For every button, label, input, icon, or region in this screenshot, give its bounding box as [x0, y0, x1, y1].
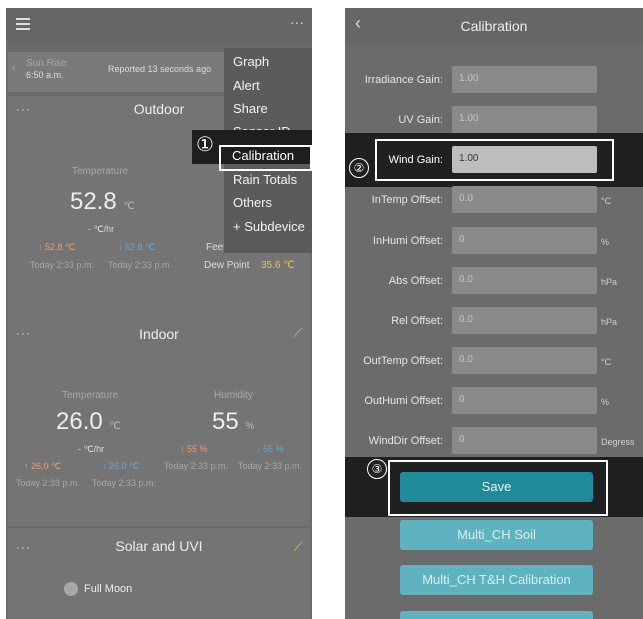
- chart-icon[interactable]: ⟋: [294, 326, 302, 341]
- page-title: Calibration: [460, 18, 528, 34]
- abs-offset-label: Abs Offset:: [388, 275, 443, 287]
- indoor-time-3: Today 2:33 p.m.: [164, 461, 229, 471]
- menu-item-alert[interactable]: Alert: [233, 78, 260, 93]
- outdoor-low-time: Today 2:33 p.m.: [108, 260, 173, 270]
- outhumi-offset-label: OutHumi Offset:: [364, 395, 443, 407]
- top-bar: ···: [6, 8, 312, 43]
- calibration-highlight-box: [219, 145, 312, 171]
- outhumi-offset-unit: %: [601, 397, 610, 407]
- save-button[interactable]: Save: [400, 472, 593, 502]
- moon-icon: [64, 582, 78, 596]
- indoor-time-1: Today 2:33 p.m.: [16, 478, 81, 488]
- menu-item-share[interactable]: Share: [233, 101, 268, 116]
- menu-item-subdevice[interactable]: + Subdevice: [233, 219, 305, 234]
- indoor-hum-value: 55 %: [212, 408, 254, 436]
- left-screen: ··· ‹ Sun Rise 6:50 a.m. Reported 13 sec…: [6, 8, 312, 619]
- indoor-hum-low: ↓ 55 %: [256, 444, 284, 454]
- intemp-offset-label: InTemp Offset:: [371, 194, 443, 206]
- rel-offset-unit: hPa: [601, 317, 618, 327]
- outdoor-rate: - ℃/hr: [88, 224, 115, 234]
- abs-offset-unit: hPa: [601, 277, 618, 287]
- outdoor-temp-number: 52.8: [70, 188, 117, 215]
- step-3-number: ③: [367, 459, 387, 479]
- indoor-temp-high: ↑ 26.0 ℃: [24, 461, 62, 471]
- outtemp-offset-unit: °C: [601, 357, 612, 367]
- indoor-time-4: Today 2:33 p.m.: [238, 461, 303, 471]
- irradiance-gain-label: Irradiance Gain:: [364, 74, 443, 86]
- indoor-title: Indoor: [139, 326, 179, 342]
- winddir-offset-label: WindDir Offset:: [368, 435, 443, 447]
- inhumi-offset-input[interactable]: 0: [452, 227, 597, 254]
- uv-gain-input[interactable]: 1.00: [452, 106, 597, 133]
- indoor-temp-number: 26.0: [56, 408, 103, 435]
- next-button-partial[interactable]: [400, 611, 593, 619]
- outdoor-high: ↑ 52.8 ℃: [38, 242, 76, 252]
- wind-gain-label: Wind Gain:: [388, 154, 443, 166]
- dew-label: Dew Point: [204, 260, 250, 271]
- solar-card: ··· Solar and UVI ⟋ Full Moon: [8, 528, 310, 619]
- outdoor-temp-value: 52.8 ℃: [70, 188, 135, 216]
- menu-item-graph[interactable]: Graph: [233, 54, 269, 69]
- indoor-hum-high: ↑ 55 %: [180, 444, 208, 454]
- more-icon[interactable]: ···: [290, 14, 304, 30]
- rel-offset-input[interactable]: 0.0: [452, 307, 597, 334]
- outdoor-feel: Feel: [206, 242, 226, 253]
- wind-gain-input[interactable]: 1.00: [452, 146, 597, 173]
- multi-ch-th-calibration-button[interactable]: Multi_CH T&H Calibration: [400, 565, 593, 595]
- winddir-offset-input[interactable]: 0: [452, 427, 597, 454]
- indoor-temp-label: Temperature: [62, 390, 119, 401]
- outtemp-offset-input[interactable]: 0.0: [452, 347, 597, 374]
- sunrise-time: 6:50 a.m.: [26, 70, 64, 80]
- indoor-hum-label: Humidity: [214, 390, 253, 401]
- outdoor-temp-unit: ℃: [123, 201, 135, 212]
- outdoor-low: ↓ 52.8 ℃: [118, 242, 156, 252]
- multi-ch-soil-button[interactable]: Multi_CH Soil: [400, 520, 593, 550]
- outdoor-high-time: Today 2:33 p.m.: [30, 260, 95, 270]
- irradiance-gain-input[interactable]: 1.00: [452, 66, 597, 93]
- winddir-offset-unit: Degress: [601, 437, 635, 447]
- indoor-card: ··· Indoor ⟋ Temperature Humidity 26.0 ℃…: [8, 316, 310, 526]
- intemp-offset-unit: °C: [601, 196, 612, 206]
- indoor-temp-unit: ℃: [109, 421, 121, 432]
- uv-gain-label: UV Gain:: [398, 114, 443, 126]
- outhumi-offset-input[interactable]: 0: [452, 387, 597, 414]
- moon-phase: Full Moon: [84, 583, 133, 595]
- solar-title: Solar and UVI: [115, 538, 203, 554]
- step-1-number: ①: [196, 132, 214, 156]
- indoor-temp-low: ↓ 26.0 ℃: [102, 461, 140, 471]
- abs-offset-input[interactable]: 0.0: [452, 267, 597, 294]
- dew-value: 35.6 ℃: [261, 260, 295, 271]
- rel-offset-label: Rel Offset:: [391, 315, 443, 327]
- indoor-hum-unit: %: [245, 421, 255, 432]
- inhumi-offset-unit: %: [601, 237, 610, 247]
- menu-item-others[interactable]: Others: [233, 195, 272, 210]
- reported-text: Reported 13 seconds ago: [108, 64, 212, 74]
- outdoor-temp-label: Temperature: [72, 166, 129, 177]
- intemp-offset-input[interactable]: 0.0: [452, 186, 597, 213]
- menu-item-rain-totals[interactable]: Rain Totals: [233, 172, 297, 187]
- sunrise-label: Sun Rise: [26, 58, 67, 69]
- step-2-number: ②: [349, 158, 369, 178]
- chart-icon[interactable]: ⟋: [294, 540, 302, 555]
- indoor-temp-value: 26.0 ℃: [56, 408, 121, 436]
- hamburger-icon[interactable]: [16, 18, 30, 30]
- inhumi-offset-label: InHumi Offset:: [372, 235, 443, 247]
- left-chevron-icon[interactable]: ‹: [12, 62, 16, 74]
- indoor-rate: - ℃/hr: [78, 444, 105, 454]
- indoor-time-2: Today 2:33 p.m.: [92, 478, 157, 488]
- top-bar: ‹ Calibration: [345, 8, 643, 43]
- outtemp-offset-label: OutTemp Offset:: [363, 355, 443, 367]
- indoor-hum-number: 55: [212, 408, 239, 435]
- right-screen: ‹ Calibration Irradiance Gain: 1.00 UV G…: [345, 8, 643, 619]
